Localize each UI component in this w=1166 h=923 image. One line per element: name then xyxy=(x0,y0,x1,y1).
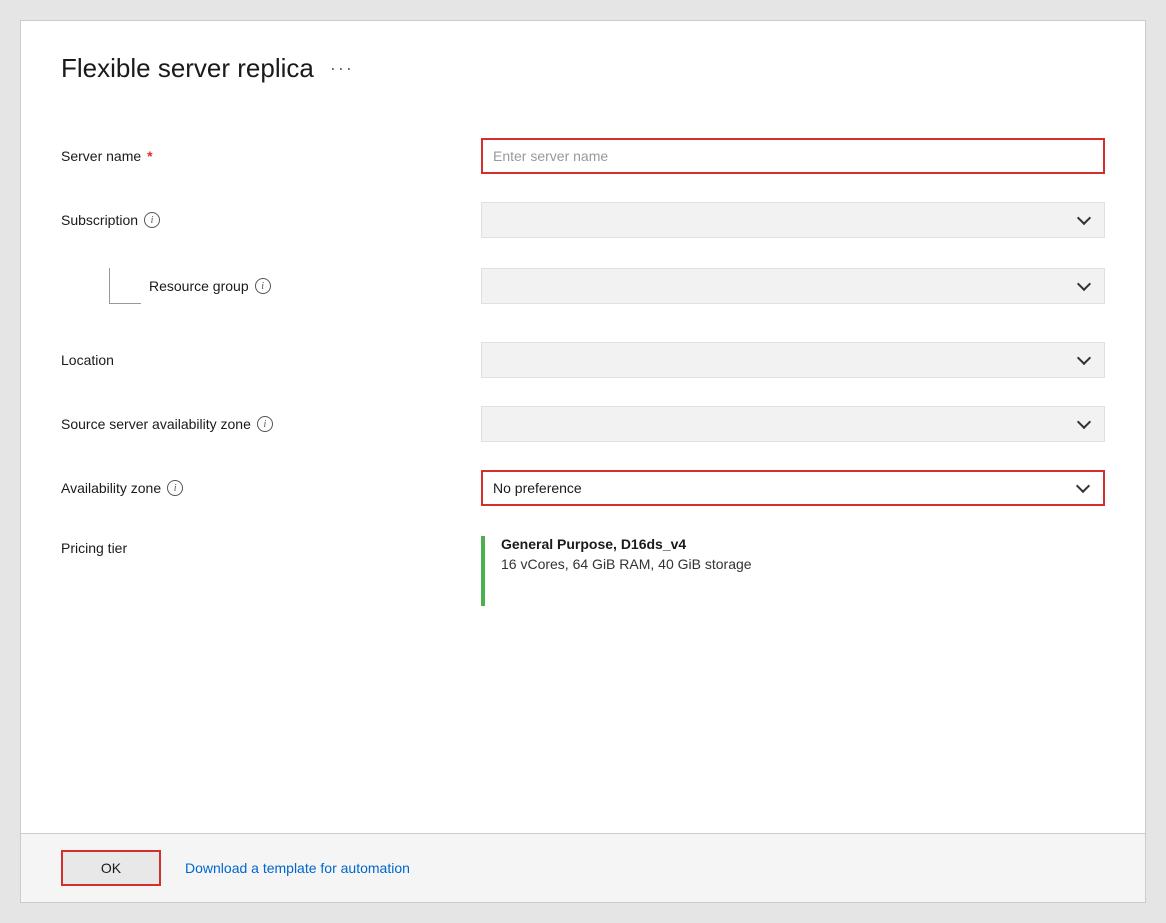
pricing-tier-row: Pricing tier General Purpose, D16ds_v4 1… xyxy=(61,520,1105,622)
required-indicator: * xyxy=(147,148,152,164)
location-control xyxy=(481,342,1105,378)
pricing-tier-content: General Purpose, D16ds_v4 16 vCores, 64 … xyxy=(481,536,1105,606)
location-label: Location xyxy=(61,336,481,384)
form-section: Server name * Subscription i xyxy=(61,124,1105,622)
resource-group-info-icon[interactable]: i xyxy=(255,278,271,294)
location-select[interactable] xyxy=(481,342,1105,378)
server-name-label: Server name * xyxy=(61,132,481,180)
resource-group-select[interactable] xyxy=(481,268,1105,304)
ok-button[interactable]: OK xyxy=(61,850,161,886)
server-name-control xyxy=(481,138,1105,174)
source-availability-zone-info-icon[interactable]: i xyxy=(257,416,273,432)
subscription-chevron-icon xyxy=(1074,210,1094,230)
subscription-select[interactable] xyxy=(481,202,1105,238)
availability-zone-value: No preference xyxy=(493,480,1073,496)
pricing-bar xyxy=(481,536,485,606)
pricing-info: General Purpose, D16ds_v4 16 vCores, 64 … xyxy=(501,536,752,572)
subscription-control xyxy=(481,202,1105,238)
resource-group-row: Resource group i xyxy=(61,252,1105,320)
availability-zone-chevron-icon xyxy=(1073,478,1093,498)
resource-group-control xyxy=(481,268,1105,304)
dialog-title: Flexible server replica xyxy=(61,53,314,84)
location-chevron-icon xyxy=(1074,350,1094,370)
availability-zone-info-icon[interactable]: i xyxy=(167,480,183,496)
availability-zone-label: Availability zone i xyxy=(61,464,481,512)
availability-zone-row: Availability zone i No preference xyxy=(61,456,1105,520)
subscription-row: Subscription i xyxy=(61,188,1105,252)
dialog-content: Flexible server replica ··· Server name … xyxy=(21,21,1145,833)
template-link[interactable]: Download a template for automation xyxy=(185,860,410,876)
server-name-input[interactable] xyxy=(481,138,1105,174)
more-options-button[interactable]: ··· xyxy=(330,58,354,79)
dialog-header: Flexible server replica ··· xyxy=(61,53,1105,84)
server-name-row: Server name * xyxy=(61,124,1105,188)
resource-group-label: Resource group i xyxy=(61,252,481,320)
dialog-footer: OK Download a template for automation xyxy=(21,833,1145,902)
pricing-tier-details: 16 vCores, 64 GiB RAM, 40 GiB storage xyxy=(501,556,752,572)
subscription-info-icon[interactable]: i xyxy=(144,212,160,228)
resource-group-chevron-icon xyxy=(1074,276,1094,296)
pricing-tier-name: General Purpose, D16ds_v4 xyxy=(501,536,752,552)
subscription-label: Subscription i xyxy=(61,196,481,244)
source-availability-zone-control xyxy=(481,406,1105,442)
availability-zone-control: No preference xyxy=(481,470,1105,506)
source-availability-zone-row: Source server availability zone i xyxy=(61,392,1105,456)
connector-line xyxy=(109,268,141,304)
source-availability-zone-label: Source server availability zone i xyxy=(61,400,481,448)
dialog-container: Flexible server replica ··· Server name … xyxy=(20,20,1146,903)
pricing-tier-label: Pricing tier xyxy=(61,536,481,572)
source-availability-zone-chevron-icon xyxy=(1074,414,1094,434)
resource-group-connector: Resource group i xyxy=(109,268,271,304)
source-availability-zone-select[interactable] xyxy=(481,406,1105,442)
availability-zone-select[interactable]: No preference xyxy=(481,470,1105,506)
location-row: Location xyxy=(61,328,1105,392)
